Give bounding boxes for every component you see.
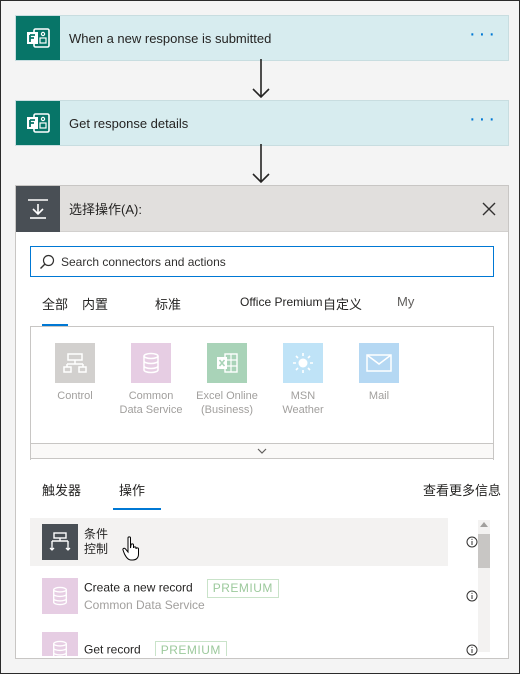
connector-name-line2: Data Service	[119, 404, 183, 416]
action-subtitle: 控制	[84, 542, 109, 556]
tab-my[interactable]: My	[397, 294, 414, 309]
info-icon[interactable]	[466, 644, 478, 656]
close-icon	[482, 202, 496, 215]
result-tabs: 触发器 操作 查看更多信息	[16, 474, 508, 514]
category-tabs: 全部 内置 标准 Office Premium 自定义 My	[30, 290, 496, 326]
expand-connectors-button[interactable]	[30, 443, 494, 459]
arrow-down-icon	[252, 144, 270, 184]
panel-header: 选择操作(A):	[16, 186, 508, 232]
scroll-up-icon[interactable]	[480, 522, 488, 527]
action-subtitle: Common Data Service	[84, 598, 205, 612]
forms-icon	[16, 101, 60, 145]
tab-triggers[interactable]: 触发器	[42, 480, 81, 499]
forms-icon	[16, 16, 60, 60]
connector-name: MSN	[290, 390, 316, 402]
action-title: Create a new record	[84, 580, 193, 595]
hand-cursor-icon	[122, 536, 139, 561]
connector-grid: Control Common Data Service Excel Online…	[30, 326, 494, 460]
connector-control[interactable]: Control	[37, 343, 113, 403]
tab-actions[interactable]: 操作	[112, 480, 162, 510]
action-item-create-record[interactable]: Create a new record PREMIUM Common Data S…	[30, 572, 448, 620]
mail-icon	[359, 343, 399, 383]
weather-icon	[283, 343, 323, 383]
get-response-card[interactable]: Get response details ···	[15, 100, 509, 146]
choose-action-icon	[16, 186, 60, 232]
connector-excel-online[interactable]: Excel Online (Business)	[189, 343, 265, 417]
panel-title: 选择操作(A):	[69, 202, 142, 217]
flow-designer: When a new response is submitted ··· Get…	[0, 0, 520, 674]
search-input[interactable]	[61, 254, 481, 269]
action-item-get-record[interactable]: Get record PREMIUM	[30, 626, 448, 656]
more-options-button[interactable]: ···	[469, 109, 498, 129]
chevron-down-icon	[257, 448, 267, 454]
connector-msn-weather[interactable]: MSN Weather	[265, 343, 341, 417]
connector-name-line2: Weather	[282, 404, 324, 416]
connector-name: Control	[57, 390, 93, 402]
search-box[interactable]	[30, 246, 494, 277]
premium-badge: PREMIUM	[206, 579, 279, 598]
control-icon	[55, 343, 95, 383]
learn-more-link[interactable]: 查看更多信息	[423, 480, 501, 499]
tab-all[interactable]: 全部	[42, 294, 69, 326]
more-options-button[interactable]: ···	[469, 24, 498, 44]
choose-action-panel: 选择操作(A): 全部 内置 标准 Office Premium 自定义 My	[15, 185, 509, 659]
action-title: Get record	[84, 642, 141, 656]
database-icon	[131, 343, 171, 383]
connector-name: Mail	[368, 390, 390, 402]
connector-name: Common	[128, 390, 174, 402]
action-list-scrollbar[interactable]	[478, 520, 490, 652]
tab-custom[interactable]: 自定义	[323, 294, 362, 313]
tab-premium[interactable]: Office Premium	[240, 295, 322, 309]
database-icon	[42, 578, 78, 614]
connector-common-data-service[interactable]: Common Data Service	[113, 343, 189, 417]
action-item-condition[interactable]: 条件 控制	[30, 518, 448, 566]
step-title: Get response details	[69, 115, 189, 131]
database-icon	[42, 632, 78, 656]
connector-mail[interactable]: Mail	[341, 343, 417, 403]
close-button[interactable]	[474, 194, 504, 224]
tab-builtin[interactable]: 内置	[82, 294, 108, 313]
step-title: When a new response is submitted	[69, 30, 272, 46]
search-icon	[40, 254, 55, 269]
action-list: 条件 控制 Create a new record PREMIUM Common …	[30, 516, 498, 656]
trigger-card[interactable]: When a new response is submitted ···	[15, 15, 509, 61]
arrow-down-icon	[252, 59, 270, 99]
excel-icon	[207, 343, 247, 383]
connector-name-line2: (Business)	[201, 404, 253, 416]
condition-icon	[42, 524, 78, 560]
action-title: 条件	[84, 527, 109, 541]
info-icon[interactable]	[466, 590, 478, 602]
info-icon[interactable]	[466, 536, 478, 548]
scrollbar-thumb[interactable]	[478, 534, 490, 568]
connector-name: Excel Online	[196, 390, 258, 402]
premium-badge: PREMIUM	[154, 640, 227, 656]
tab-standard[interactable]: 标准	[155, 294, 181, 313]
